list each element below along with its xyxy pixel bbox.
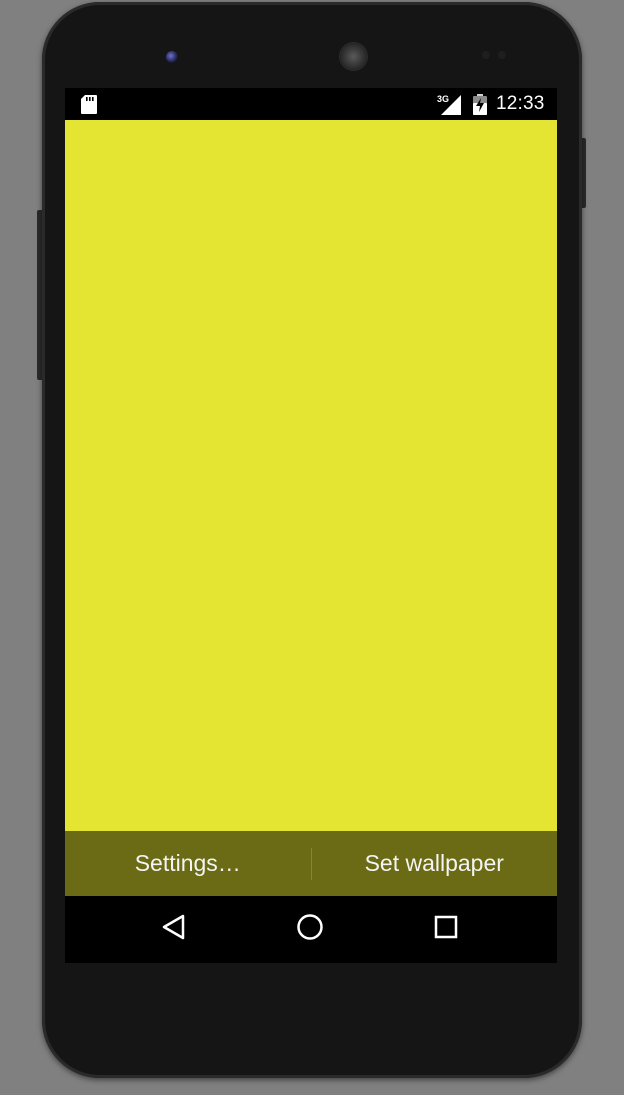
home-icon bbox=[296, 913, 324, 946]
home-button[interactable] bbox=[270, 896, 350, 963]
recents-button[interactable] bbox=[406, 896, 486, 963]
recents-icon bbox=[433, 914, 459, 945]
front-camera bbox=[166, 51, 178, 63]
sd-card-icon bbox=[81, 95, 97, 114]
network-type-label: 3G bbox=[437, 94, 449, 104]
wallpaper-preview[interactable] bbox=[65, 120, 557, 831]
light-sensor bbox=[498, 51, 506, 59]
device-screen: 3G 12:33 Settings… Set wallpaper bbox=[65, 88, 557, 963]
back-icon bbox=[161, 913, 187, 946]
status-bar: 3G 12:33 bbox=[65, 88, 557, 120]
wallpaper-action-bar: Settings… Set wallpaper bbox=[65, 831, 557, 896]
battery-charging-icon bbox=[473, 94, 487, 115]
set-wallpaper-button[interactable]: Set wallpaper bbox=[312, 831, 558, 896]
settings-button[interactable]: Settings… bbox=[65, 831, 311, 896]
earpiece-speaker bbox=[340, 43, 367, 70]
navigation-bar bbox=[65, 896, 557, 963]
signal-3g-icon: 3G bbox=[437, 93, 463, 115]
back-button[interactable] bbox=[134, 896, 214, 963]
status-clock: 12:33 bbox=[496, 93, 545, 114]
proximity-sensor bbox=[482, 51, 490, 59]
